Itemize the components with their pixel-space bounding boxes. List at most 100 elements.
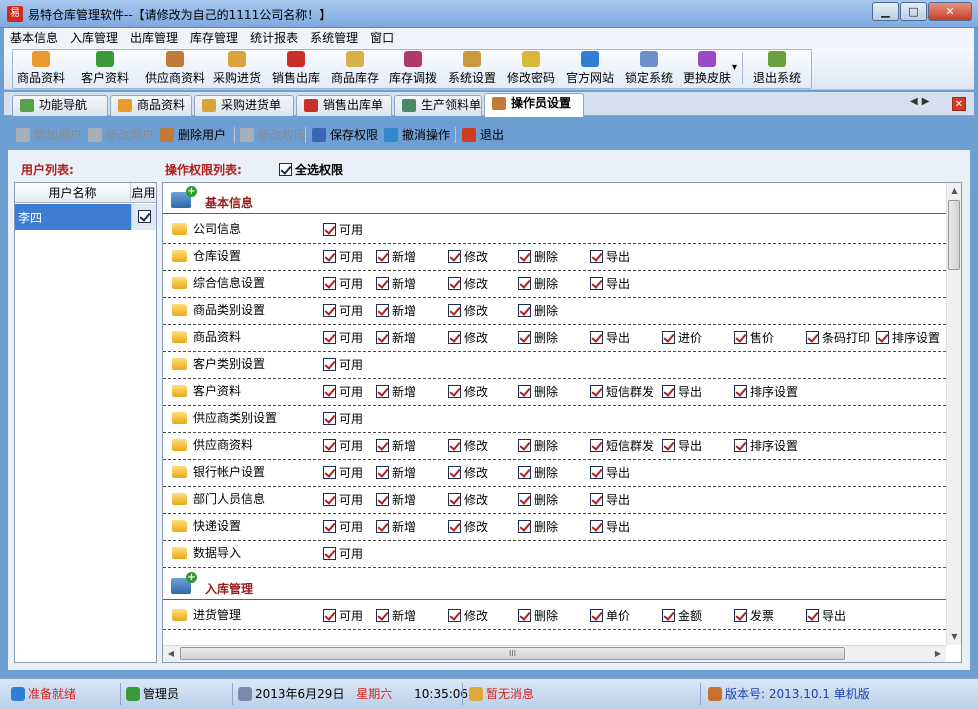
permission-option[interactable]: 修改 xyxy=(448,302,488,319)
checkbox-checked[interactable] xyxy=(590,250,603,263)
checkbox-checked[interactable] xyxy=(323,331,336,344)
checkbox-checked[interactable] xyxy=(323,385,336,398)
permission-option[interactable]: 删除 xyxy=(518,275,558,292)
toolbar-button-4[interactable]: 采购进货 xyxy=(209,48,265,88)
checkbox-checked[interactable] xyxy=(376,439,389,452)
column-header-user-name[interactable]: 用户名称 xyxy=(15,183,131,203)
checkbox-checked[interactable] xyxy=(590,609,603,622)
permission-option[interactable]: 删除 xyxy=(518,302,558,319)
permission-option[interactable]: 导出 xyxy=(590,518,630,535)
checkbox-checked[interactable] xyxy=(518,439,531,452)
permission-option[interactable]: 新增 xyxy=(376,437,416,454)
permission-option[interactable]: 可用 xyxy=(323,464,363,481)
permission-option[interactable]: 删除 xyxy=(518,329,558,346)
toolbar-button-3[interactable]: 供应商资料 xyxy=(144,48,206,88)
permission-option[interactable]: 删除 xyxy=(518,383,558,400)
permission-option[interactable]: 新增 xyxy=(376,275,416,292)
permission-option[interactable]: 可用 xyxy=(323,221,363,238)
permission-option[interactable]: 导出 xyxy=(590,329,630,346)
permission-option[interactable]: 可用 xyxy=(323,410,363,427)
action-button-7[interactable]: 退出 xyxy=(460,125,504,145)
permission-section-header[interactable]: 入库管理 xyxy=(163,572,946,600)
tab-3[interactable]: 采购进货单 xyxy=(194,95,294,116)
checkbox-checked[interactable] xyxy=(518,466,531,479)
permission-option[interactable]: 短信群发 xyxy=(590,437,654,454)
permission-option[interactable]: 发票 xyxy=(734,607,774,624)
toolbar-button-7[interactable]: 库存调拨 xyxy=(385,48,441,88)
checkbox-checked[interactable] xyxy=(323,223,336,236)
permission-option[interactable]: 新增 xyxy=(376,607,416,624)
permission-option[interactable]: 修改 xyxy=(448,329,488,346)
permission-option[interactable]: 短信群发 xyxy=(590,383,654,400)
tab-5[interactable]: 生产领料单 xyxy=(394,95,482,116)
action-button-3[interactable]: 删除用户 xyxy=(158,125,226,145)
permission-option[interactable]: 删除 xyxy=(518,491,558,508)
permission-option[interactable]: 删除 xyxy=(518,248,558,265)
menu-inbound[interactable]: 入库管理 xyxy=(64,28,124,48)
vertical-scroll-thumb[interactable] xyxy=(948,200,960,270)
permission-option[interactable]: 导出 xyxy=(806,607,846,624)
checkbox-checked[interactable] xyxy=(448,520,461,533)
checkbox-checked[interactable] xyxy=(448,385,461,398)
checkbox-checked[interactable] xyxy=(448,466,461,479)
toolbar-button-9[interactable]: 修改密码 xyxy=(503,48,559,88)
checkbox-checked[interactable] xyxy=(376,493,389,506)
toolbar-button-11[interactable]: 锁定系统 xyxy=(621,48,677,88)
checkbox-checked[interactable] xyxy=(448,304,461,317)
checkbox-checked[interactable] xyxy=(806,331,819,344)
checkbox-checked[interactable] xyxy=(323,520,336,533)
toolbar-button-12[interactable]: 更换皮肤 xyxy=(679,48,735,88)
select-all-permissions-checkbox[interactable]: 全选权限 xyxy=(279,161,343,178)
checkbox-checked[interactable] xyxy=(518,609,531,622)
checkbox-checked[interactable] xyxy=(734,439,747,452)
permission-option[interactable]: 排序设置 xyxy=(876,329,940,346)
tab-1[interactable]: 功能导航 xyxy=(12,95,108,116)
permission-option[interactable]: 导出 xyxy=(590,248,630,265)
checkbox-checked[interactable] xyxy=(376,331,389,344)
close-tab-button[interactable]: ✕ xyxy=(952,97,966,111)
permission-option[interactable]: 可用 xyxy=(323,302,363,319)
checkbox-checked[interactable] xyxy=(518,493,531,506)
permission-option[interactable]: 金额 xyxy=(662,607,702,624)
permission-option[interactable]: 可用 xyxy=(323,518,363,535)
user-enabled-cell[interactable] xyxy=(131,204,156,230)
user-row[interactable]: 李四 xyxy=(15,204,156,230)
menu-window[interactable]: 窗口 xyxy=(364,28,400,48)
toolbar-more-icon[interactable]: ▾ xyxy=(732,62,737,73)
permission-option[interactable]: 排序设置 xyxy=(734,437,798,454)
permission-option[interactable]: 新增 xyxy=(376,302,416,319)
permission-option[interactable]: 修改 xyxy=(448,437,488,454)
toolbar-button-10[interactable]: 官方网站 xyxy=(562,48,618,88)
checkbox-checked[interactable] xyxy=(323,609,336,622)
column-header-enabled[interactable]: 启用 xyxy=(131,183,156,203)
permission-option[interactable]: 修改 xyxy=(448,464,488,481)
checkbox-checked[interactable] xyxy=(376,277,389,290)
checkbox-checked[interactable] xyxy=(806,609,819,622)
horizontal-scroll-thumb[interactable]: III xyxy=(180,647,845,660)
maximize-button[interactable]: □ xyxy=(900,2,927,21)
checkbox-checked[interactable] xyxy=(590,520,603,533)
permission-option[interactable]: 新增 xyxy=(376,491,416,508)
action-button-5[interactable]: 保存权限 xyxy=(310,125,378,145)
checkbox-checked[interactable] xyxy=(323,358,336,371)
permission-option[interactable]: 新增 xyxy=(376,464,416,481)
checkbox-checked[interactable] xyxy=(876,331,889,344)
checkbox-checked[interactable] xyxy=(448,277,461,290)
checkbox-checked[interactable] xyxy=(323,466,336,479)
checkbox-checked[interactable] xyxy=(518,304,531,317)
checkbox-checked[interactable] xyxy=(376,466,389,479)
scroll-up-button[interactable]: ▲ xyxy=(947,183,961,199)
permission-option[interactable]: 新增 xyxy=(376,518,416,535)
toolbar-button-6[interactable]: 商品库存 xyxy=(327,48,383,88)
permission-option[interactable]: 售价 xyxy=(734,329,774,346)
permission-option[interactable]: 新增 xyxy=(376,248,416,265)
checkbox-checked[interactable] xyxy=(662,385,675,398)
user-name-cell[interactable]: 李四 xyxy=(18,209,42,226)
checkbox-checked[interactable] xyxy=(448,493,461,506)
tab-2[interactable]: 商品资料 xyxy=(110,95,192,116)
permission-option[interactable]: 可用 xyxy=(323,356,363,373)
permission-option[interactable]: 修改 xyxy=(448,607,488,624)
tab-4[interactable]: 销售出库单 xyxy=(296,95,392,116)
permission-option[interactable]: 可用 xyxy=(323,329,363,346)
permission-option[interactable]: 可用 xyxy=(323,383,363,400)
